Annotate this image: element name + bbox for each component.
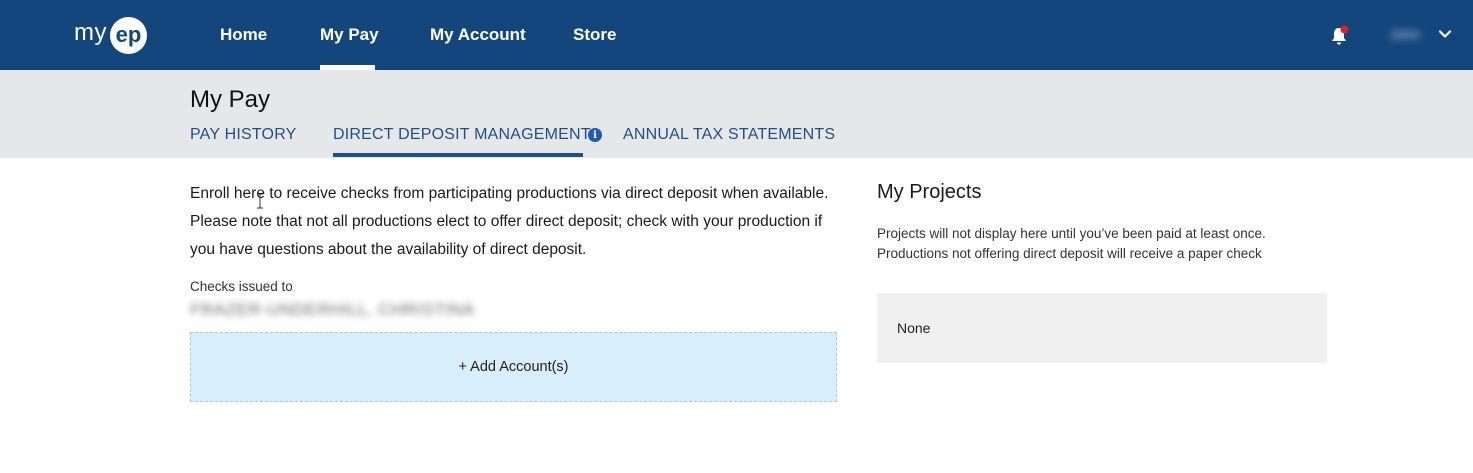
logo-text: my bbox=[74, 19, 107, 46]
nav-my-pay[interactable]: My Pay bbox=[320, 0, 379, 70]
myep-logo[interactable]: my ep bbox=[74, 16, 147, 54]
page-title: My Pay bbox=[190, 86, 271, 113]
nav-home[interactable]: Home bbox=[220, 0, 267, 70]
chevron-down-icon[interactable] bbox=[1438, 27, 1452, 41]
checks-issued-label: Checks issued to bbox=[190, 279, 293, 294]
projects-empty-text: None bbox=[897, 320, 931, 336]
top-navigation-bar: my ep Home My Pay My Account Store John bbox=[0, 0, 1473, 70]
tab-annual-tax-statements[interactable]: ANNUAL TAX STATEMENTS bbox=[623, 126, 835, 158]
nav-my-account[interactable]: My Account bbox=[430, 0, 526, 70]
logo-badge: ep bbox=[110, 16, 147, 54]
active-tab-indicator bbox=[333, 153, 583, 157]
tab-pay-history[interactable]: PAY HISTORY bbox=[190, 126, 297, 158]
add-account-button[interactable]: + Add Account(s) bbox=[190, 332, 837, 402]
info-icon[interactable]: i bbox=[588, 128, 602, 142]
projects-list: None bbox=[877, 293, 1327, 363]
user-name[interactable]: John bbox=[1390, 26, 1428, 44]
text-cursor-icon bbox=[257, 193, 263, 209]
intro-text: Enroll here to receive checks from parti… bbox=[190, 185, 829, 258]
projects-title: My Projects bbox=[877, 181, 982, 203]
bell-icon[interactable] bbox=[1330, 25, 1350, 47]
checks-issued-name: FRAZER-UNDERHILL, CHRISTINA bbox=[190, 300, 475, 319]
projects-note: Projects will not display here until you… bbox=[877, 226, 1266, 261]
nav-store[interactable]: Store bbox=[573, 0, 616, 70]
